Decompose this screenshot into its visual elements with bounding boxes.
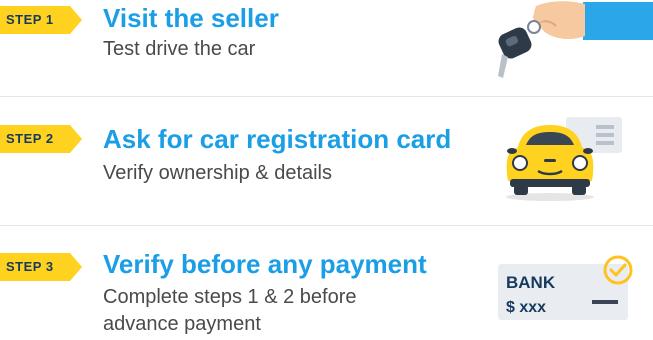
step-title: Ask for car registration card bbox=[103, 124, 452, 154]
bank-label: BANK bbox=[506, 273, 556, 292]
step-badge: STEP 2 bbox=[0, 125, 82, 153]
step-title: Visit the seller bbox=[103, 3, 279, 33]
bank-check-icon: BANK $ xxx bbox=[498, 255, 633, 320]
step-subtitle: Test drive the car bbox=[103, 38, 256, 60]
step-2: STEP 2 Ask for car registration card Ver… bbox=[0, 97, 653, 225]
amount-label: $ xxx bbox=[506, 299, 546, 316]
step-title: Verify before any payment bbox=[103, 249, 427, 279]
step-1: STEP 1 Visit the seller Test drive the c… bbox=[0, 0, 653, 96]
step-badge: STEP 1 bbox=[0, 6, 82, 34]
step-badge: STEP 3 bbox=[0, 253, 82, 281]
car-key-icon bbox=[498, 1, 653, 78]
step-subtitle: Complete steps 1 & 2 before advance paym… bbox=[103, 286, 357, 335]
step-3: STEP 3 Verify before any payment Complet… bbox=[0, 226, 653, 340]
car-registration-icon bbox=[506, 117, 622, 201]
step-subtitle: Verify ownership & details bbox=[103, 162, 333, 184]
